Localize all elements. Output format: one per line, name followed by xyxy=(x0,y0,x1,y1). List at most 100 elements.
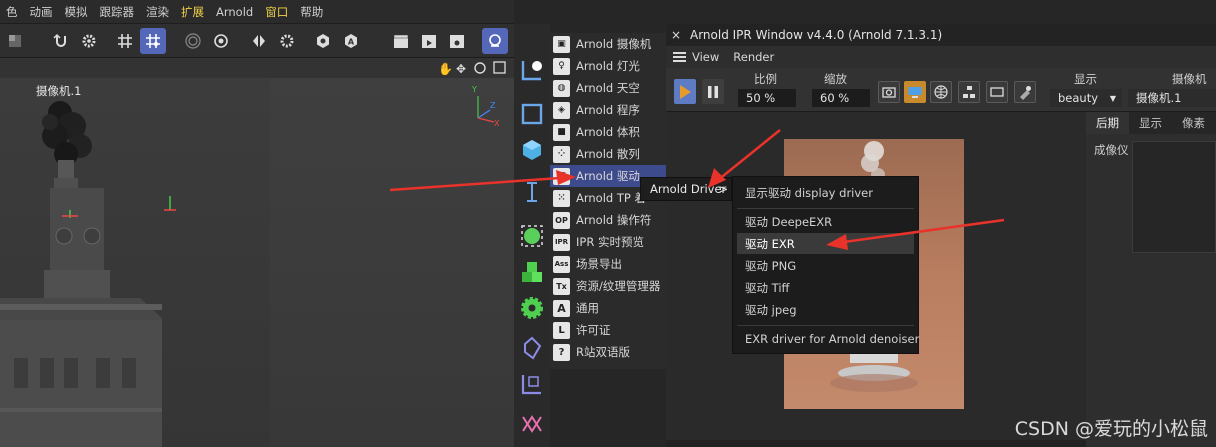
driver-item-jpeg[interactable]: 驱动 jpeg xyxy=(737,299,914,320)
menu-item-arnold-light[interactable]: ♀ Arnold 灯光 xyxy=(550,55,666,77)
gear-small-icon[interactable] xyxy=(274,28,300,54)
imager-list[interactable] xyxy=(1132,141,1216,253)
menu-item-label: Arnold TP 着 xyxy=(576,191,646,205)
square-primitive-icon[interactable] xyxy=(518,100,546,128)
menu-extensions[interactable]: 扩展 xyxy=(175,4,210,20)
close-icon[interactable]: × xyxy=(666,28,686,42)
driver-item-exr[interactable]: 驱动 EXR xyxy=(737,233,914,254)
menu-render[interactable]: 渲染 xyxy=(140,4,175,20)
undo-icon[interactable] xyxy=(48,28,74,54)
ipr-menu-render[interactable]: Render xyxy=(733,50,774,64)
menu-item-arnold-operator[interactable]: OP Arnold 操作符 xyxy=(550,209,666,231)
driver-item-exr-denoiser[interactable]: EXR driver for Arnold denoiser xyxy=(737,328,919,349)
gear-icon[interactable] xyxy=(76,28,102,54)
effector-gear-icon[interactable] xyxy=(518,294,546,322)
menu-divider xyxy=(737,325,914,326)
ipr-title: Arnold IPR Window v4.4.0 (Arnold 7.1.3.1… xyxy=(690,28,943,42)
arnold-menu-top-divider xyxy=(550,24,666,33)
play-clapper-icon[interactable] xyxy=(416,28,442,54)
tab-pixel[interactable]: 像素 xyxy=(1172,112,1215,134)
menu-item-scene-export[interactable]: Ass 场景导出 xyxy=(550,253,666,275)
menu-simulate[interactable]: 模拟 xyxy=(59,4,94,20)
driver-item-display[interactable]: 显示驱动 display driver xyxy=(737,182,914,203)
settings-wheel-icon[interactable] xyxy=(208,28,234,54)
pause-button[interactable] xyxy=(702,79,724,104)
spline-pen-icon[interactable] xyxy=(518,56,546,84)
deformer-icon[interactable] xyxy=(518,334,546,362)
ipr-menu-view[interactable]: View xyxy=(692,50,719,64)
submenu-arnold-driver[interactable]: Arnold Driver > xyxy=(640,177,732,201)
svg-text:✋: ✋ xyxy=(438,62,453,76)
region-button[interactable] xyxy=(986,81,1008,103)
3d-viewport[interactable]: ✋ ✥ Y Z X 摄像机.1 xyxy=(0,58,514,447)
display-mode-button[interactable] xyxy=(904,81,926,103)
menu-animation[interactable]: 动画 xyxy=(24,4,59,20)
menu-item-bilingual[interactable]: ? R站双语版 xyxy=(550,341,666,363)
snapshot-button[interactable] xyxy=(878,81,900,103)
display-select[interactable]: beauty ▼ xyxy=(1050,89,1122,107)
menu-item-arnold-volume[interactable]: ■ Arnold 体积 xyxy=(550,121,666,143)
generator-sphere-icon[interactable] xyxy=(518,222,546,250)
grid-icon[interactable] xyxy=(112,28,138,54)
snap-grid-icon[interactable] xyxy=(140,28,166,54)
scale-field[interactable]: 50 % xyxy=(738,89,796,107)
menu-help[interactable]: 帮助 xyxy=(294,4,329,20)
svg-text:Z: Z xyxy=(490,101,496,110)
driver-item-png[interactable]: 驱动 PNG xyxy=(737,255,914,276)
dropper-button[interactable] xyxy=(1014,81,1036,103)
menu-item-label: R站双语版 xyxy=(576,345,630,359)
symmetry-icon[interactable] xyxy=(246,28,272,54)
menu-item-general[interactable]: A 通用 xyxy=(550,297,666,319)
viewport-camera-label[interactable]: 摄像机.1 xyxy=(36,83,81,99)
camera-select[interactable]: 摄像机.1 xyxy=(1128,89,1216,107)
help-icon: ? xyxy=(553,343,570,361)
menu-color[interactable]: 色 xyxy=(0,4,24,20)
menu-item-license[interactable]: L 许可证 xyxy=(550,319,666,341)
menu-item-arnold-camera[interactable]: ▣ Arnold 摄像机 xyxy=(550,33,666,55)
gear-clapper-icon[interactable] xyxy=(444,28,470,54)
cube-icon[interactable] xyxy=(2,28,28,54)
menu-tracker[interactable]: 跟踪器 xyxy=(94,4,141,20)
tab-display[interactable]: 显示 xyxy=(1129,112,1172,134)
menu-window[interactable]: 窗口 xyxy=(259,4,294,20)
menu-item-texture-manager[interactable]: Tx 资源/纹理管理器 xyxy=(550,275,666,297)
driver-item-deepexr[interactable]: 驱动 DeepeEXR xyxy=(737,211,914,232)
light-shape-icon[interactable] xyxy=(518,410,546,438)
target-icon[interactable] xyxy=(180,28,206,54)
ring-icon[interactable] xyxy=(482,28,508,54)
app-window: 色 动画 模拟 跟踪器 渲染 扩展 Arnold 窗口 帮助 A ✋ ✥ Y Z… xyxy=(0,0,1216,447)
camera-icon: ▣ xyxy=(553,35,570,53)
zoom-field[interactable]: 60 % xyxy=(812,89,870,107)
clapper-icon[interactable] xyxy=(388,28,414,54)
field-axis-icon[interactable] xyxy=(518,370,546,398)
chevron-down-icon: ▼ xyxy=(1109,93,1116,103)
play-icon xyxy=(680,84,691,99)
cube-primitive-icon[interactable] xyxy=(518,136,546,164)
hamburger-menu-icon[interactable] xyxy=(666,52,692,62)
menu-item-ipr-preview[interactable]: IPR IPR 实时预览 xyxy=(550,231,666,253)
tab-post[interactable]: 后期 xyxy=(1086,112,1129,134)
menu-item-arnold-sky[interactable]: ◍ Arnold 天空 xyxy=(550,77,666,99)
menu-item-arnold-procedural[interactable]: ◈ Arnold 程序 xyxy=(550,99,666,121)
menu-item-label: Arnold 操作符 xyxy=(576,213,652,227)
play-button[interactable] xyxy=(674,79,696,104)
ipr-icon: IPR xyxy=(553,233,570,251)
text-cursor-icon[interactable] xyxy=(518,178,546,206)
menu-item-arnold-scatter[interactable]: ⁘ Arnold 散列 xyxy=(550,143,666,165)
globe-button[interactable] xyxy=(930,81,952,103)
driver-item-tiff[interactable]: 驱动 Tiff xyxy=(737,277,914,298)
procedural-box-icon: ◈ xyxy=(553,101,570,119)
camera-snapshot-icon xyxy=(882,87,896,98)
cloner-cubes-icon[interactable] xyxy=(518,258,546,286)
solo-icon[interactable] xyxy=(310,28,336,54)
arnold-extension-menu: ▣ Arnold 摄像机 ♀ Arnold 灯光 ◍ Arnold 天空 ◈ Arnol… xyxy=(550,33,666,369)
chevron-right-icon: > xyxy=(718,182,728,196)
a-badge-icon[interactable]: A xyxy=(338,28,364,54)
hierarchy-icon xyxy=(963,86,975,98)
viewport-nav-icons[interactable]: ✋ ✥ xyxy=(438,61,506,76)
menu-arnold[interactable]: Arnold xyxy=(210,5,259,19)
tp-dots-icon: ⁙ xyxy=(553,189,570,207)
hierarchy-button[interactable] xyxy=(958,81,980,103)
ipr-menubar: View Render xyxy=(666,46,1216,68)
menu-item-label: Arnold 天空 xyxy=(576,81,640,95)
